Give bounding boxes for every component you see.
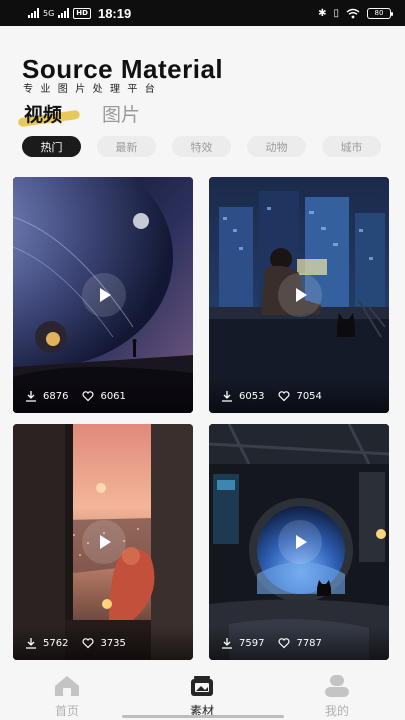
nav-profile[interactable]: 我的 xyxy=(307,674,367,719)
video-card[interactable]: 6053 7054 xyxy=(209,177,389,413)
play-button[interactable] xyxy=(278,273,322,317)
home-icon xyxy=(55,676,79,696)
filter-chips: 热门 最新 特效 动物 城市 xyxy=(22,136,381,157)
card-stats: 5762 3735 xyxy=(13,626,193,660)
download-count: 7597 xyxy=(239,637,265,649)
chip-animals[interactable]: 动物 xyxy=(247,136,306,157)
heart-icon xyxy=(278,638,290,649)
like-stat[interactable]: 6061 xyxy=(82,390,126,402)
download-icon xyxy=(222,638,232,649)
chip-hot[interactable]: 热门 xyxy=(22,136,81,157)
card-stats: 7597 7787 xyxy=(209,626,389,660)
gallery-icon xyxy=(191,676,213,696)
status-right: ✱ ▯ 80 xyxy=(318,7,393,19)
like-stat[interactable]: 3735 xyxy=(82,637,126,649)
video-card[interactable]: 6876 6061 xyxy=(13,177,193,413)
play-icon xyxy=(100,288,111,302)
play-button[interactable] xyxy=(278,520,322,564)
vibrate-icon: ▯ xyxy=(333,7,339,19)
like-count: 3735 xyxy=(100,637,126,649)
hd-badge: HD xyxy=(73,7,91,19)
video-card[interactable]: 7597 7787 xyxy=(209,424,389,660)
network-label: 5G xyxy=(43,8,55,18)
play-button[interactable] xyxy=(82,273,126,317)
page-subtitle: 专业图片处理平台 xyxy=(23,84,163,95)
download-stat[interactable]: 6053 xyxy=(221,390,264,402)
heart-icon xyxy=(82,638,94,649)
download-icon xyxy=(222,391,232,402)
tab-image[interactable]: 图片 xyxy=(102,100,140,127)
play-button[interactable] xyxy=(82,520,126,564)
download-stat[interactable]: 6876 xyxy=(25,390,68,402)
nav-home-label: 首页 xyxy=(54,704,79,718)
signal-icon-2 xyxy=(58,8,70,18)
status-bar: 5G HD 18:19 ✱ ▯ 80 xyxy=(0,0,405,26)
like-count: 7787 xyxy=(296,637,322,649)
video-card[interactable]: 5762 3735 xyxy=(13,424,193,660)
profile-icon xyxy=(325,675,349,697)
nav-home[interactable]: 首页 xyxy=(37,674,97,719)
heart-icon xyxy=(278,391,290,402)
download-count: 6876 xyxy=(43,390,69,402)
download-stat[interactable]: 7597 xyxy=(221,637,264,649)
like-stat[interactable]: 7787 xyxy=(278,637,322,649)
download-stat[interactable]: 5762 xyxy=(25,637,68,649)
card-stats: 6876 6061 xyxy=(13,379,193,413)
battery-icon: 80 xyxy=(367,7,393,19)
download-count: 5762 xyxy=(43,637,69,649)
chip-latest[interactable]: 最新 xyxy=(97,136,156,157)
play-icon xyxy=(296,288,307,302)
clock: 18:19 xyxy=(97,5,132,21)
bottom-nav: 首页 素材 我的 xyxy=(0,668,405,720)
download-icon xyxy=(26,391,36,402)
play-icon xyxy=(296,535,307,549)
battery-level: 80 xyxy=(374,9,384,17)
card-stats: 6053 7054 xyxy=(209,379,389,413)
chip-effects[interactable]: 特效 xyxy=(172,136,231,157)
like-count: 7054 xyxy=(296,390,322,402)
chip-city[interactable]: 城市 xyxy=(322,136,381,157)
heart-icon xyxy=(82,391,94,402)
home-indicator[interactable] xyxy=(122,715,284,718)
bluetooth-icon: ✱ xyxy=(318,7,327,19)
like-stat[interactable]: 7054 xyxy=(278,390,322,402)
nav-profile-label: 我的 xyxy=(324,704,349,718)
nav-material[interactable]: 素材 xyxy=(172,674,232,719)
wifi-icon xyxy=(346,8,360,18)
like-count: 6061 xyxy=(100,390,126,402)
signal-icon xyxy=(28,8,39,18)
status-left: 5G HD 18:19 xyxy=(28,6,131,21)
tab-video[interactable]: 视频 xyxy=(24,100,62,127)
download-icon xyxy=(26,638,36,649)
play-icon xyxy=(100,535,111,549)
download-count: 6053 xyxy=(239,390,265,402)
